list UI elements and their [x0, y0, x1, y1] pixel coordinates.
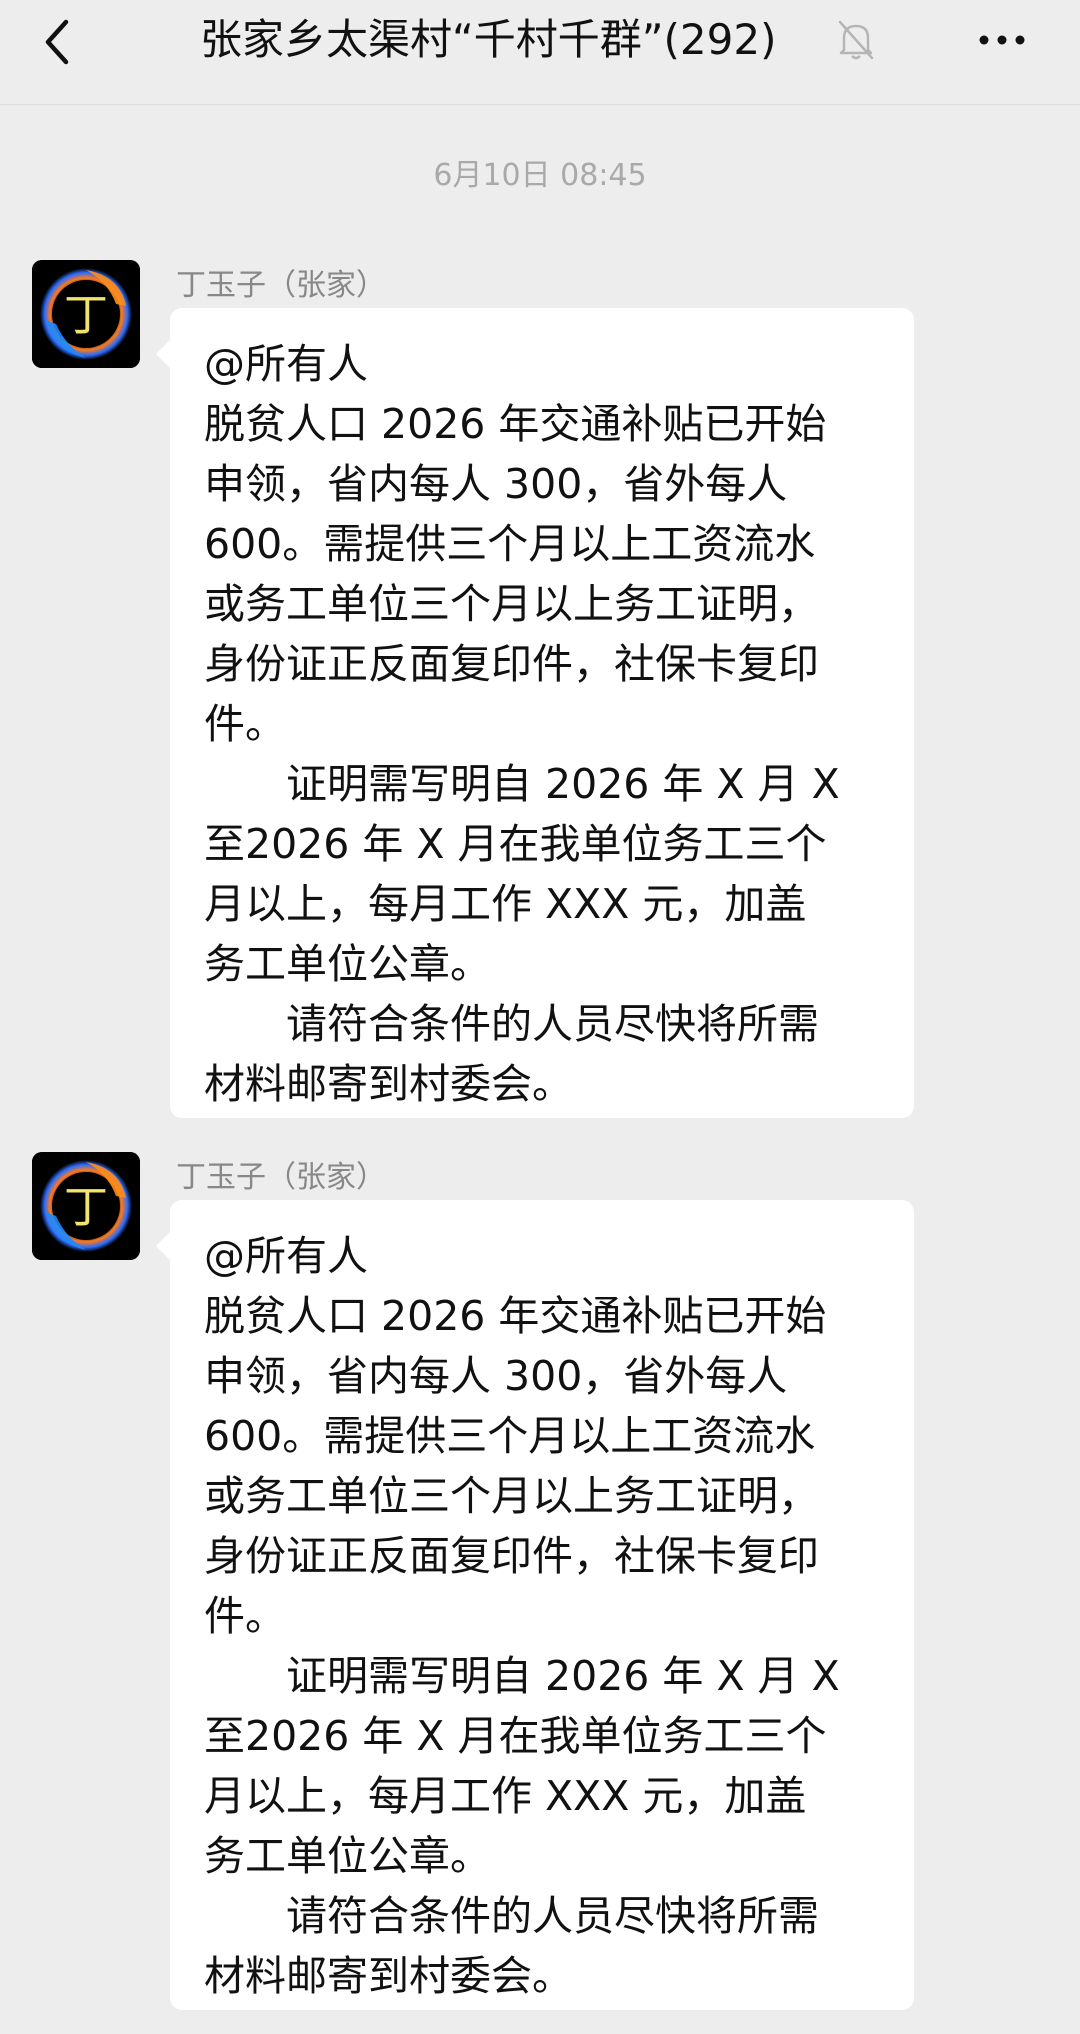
message-bubble[interactable]: @所有人 脱贫人口 2026 年交通补贴已开始 申领，省内每人 300，省外每人…: [156, 308, 914, 1118]
more-dots-icon: [979, 35, 1025, 45]
message-line: 务工单位公章。: [204, 940, 491, 988]
message-line: 600。需提供三个月以上工资流水: [204, 1412, 816, 1460]
message-line: 证明需写明自 2026 年 X 月 X: [286, 760, 840, 808]
message-line: 脱贫人口 2026 年交通补贴已开始: [204, 400, 827, 448]
message-line: 月以上，每月工作 XXX 元，加盖: [204, 1772, 807, 1820]
message-line: 请符合条件的人员尽快将所需: [286, 1892, 819, 1940]
message-line: 请符合条件的人员尽快将所需: [286, 1000, 819, 1048]
message-line: 件。: [204, 700, 286, 748]
top-bar: 张家乡太渠村“千村千群”(292): [0, 0, 1080, 105]
avatar-initial: 丁: [64, 290, 108, 341]
avatar-initial: 丁: [64, 1182, 108, 1233]
message-line: 身份证正反面复印件，社保卡复印: [204, 1532, 819, 1580]
message-line: 身份证正反面复印件，社保卡复印: [204, 640, 819, 688]
message-line: 证明需写明自 2026 年 X 月 X: [286, 1652, 840, 1700]
message-line: 600。需提供三个月以上工资流水: [204, 520, 816, 568]
chevron-left-icon: [45, 19, 69, 65]
message-line: 申领，省内每人 300，省外每人: [204, 1352, 788, 1400]
message-bubble[interactable]: @所有人 脱贫人口 2026 年交通补贴已开始 申领，省内每人 300，省外每人…: [156, 1200, 914, 2010]
message-line: 至2026 年 X 月在我单位务工三个: [204, 820, 827, 868]
message-line: @所有人: [204, 1232, 368, 1280]
message-line: 材料邮寄到村委会。: [204, 1060, 573, 1108]
chat-title: 张家乡太渠村“千村千群”(292): [200, 15, 777, 64]
message-line: 脱贫人口 2026 年交通补贴已开始: [204, 1292, 827, 1340]
avatar[interactable]: 丁: [32, 260, 140, 368]
message-line: 材料邮寄到村委会。: [204, 1952, 573, 2000]
message-line: 或务工单位三个月以上务工证明，: [204, 1472, 819, 1520]
back-button[interactable]: [30, 12, 90, 72]
bell-off-icon: [836, 18, 876, 62]
sender-name: 丁玉子（张家）: [176, 1160, 386, 1195]
message-line: 至2026 年 X 月在我单位务工三个: [204, 1712, 827, 1760]
message-line: 申领，省内每人 300，省外每人: [204, 460, 788, 508]
message-line: 或务工单位三个月以上务工证明，: [204, 580, 819, 628]
sender-name: 丁玉子（张家）: [176, 268, 386, 303]
chat-message: 丁 丁玉子（张家） @所有人 脱贫人口 2026 年交通补贴已开始 申领，省内每…: [0, 1152, 1080, 2012]
avatar[interactable]: 丁: [32, 1152, 140, 1260]
more-button[interactable]: [972, 20, 1032, 60]
message-timestamp: 6月10日 08:45: [433, 158, 647, 193]
message-line: 件。: [204, 1592, 286, 1640]
message-line: @所有人: [204, 340, 368, 388]
message-line: 月以上，每月工作 XXX 元，加盖: [204, 880, 807, 928]
chat-message: 丁 丁玉子（张家） @所有人 脱贫人口 2026 年交通补贴已开始 申领，省内每…: [0, 260, 1080, 1120]
message-line: 务工单位公章。: [204, 1832, 491, 1880]
